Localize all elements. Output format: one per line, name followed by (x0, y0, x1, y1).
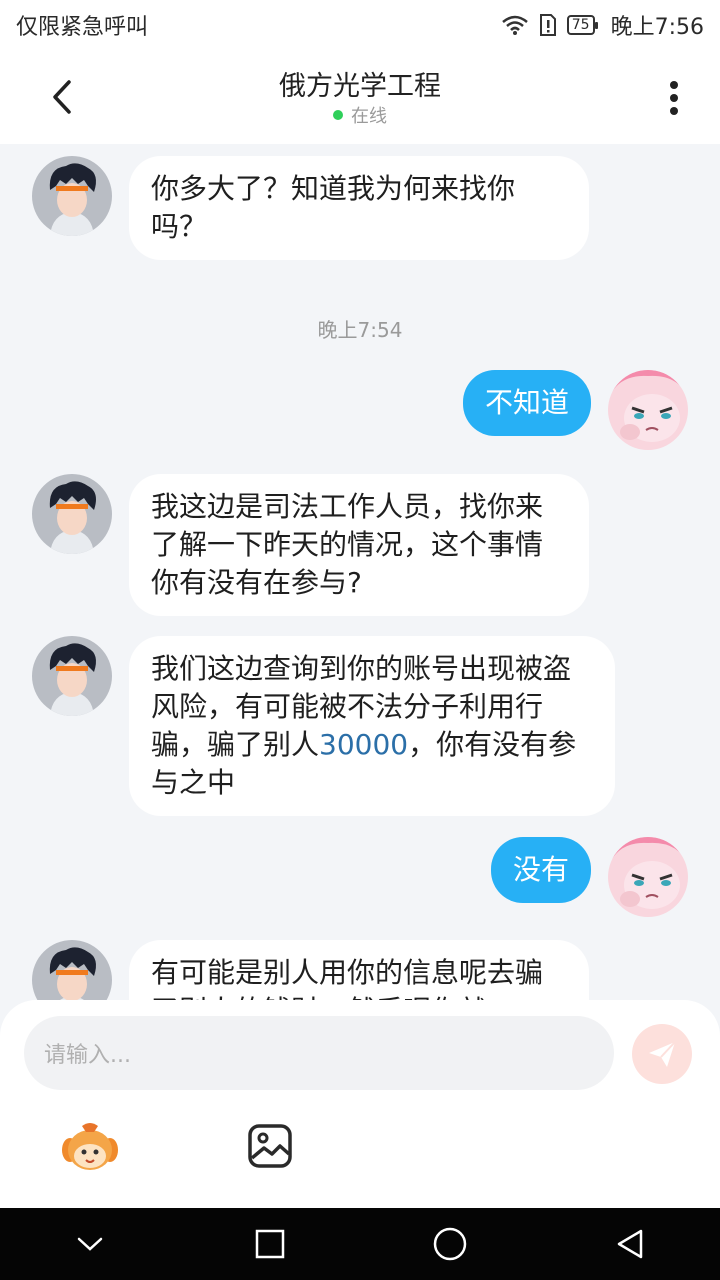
user-avatar[interactable] (608, 370, 688, 450)
message-bubble-incoming[interactable]: 我这边是司法工作人员，找你来了解一下昨天的情况，这个事情你有没有在参与? (129, 474, 589, 616)
message-bubble-incoming[interactable]: 你多大了？知道我为何来找你吗？ (129, 156, 589, 260)
battery-indicator: 75 (566, 15, 598, 35)
back-triangle-icon (617, 1229, 643, 1259)
contact-avatar[interactable] (32, 474, 112, 554)
message-timestamp: 晚上7:54 (317, 318, 403, 342)
nav-recents-button[interactable] (240, 1214, 300, 1274)
status-time: 晚上7:56 (610, 15, 704, 40)
message-amount-link[interactable]: 30000 (319, 728, 408, 761)
contact-avatar[interactable] (32, 156, 112, 236)
contact-avatar[interactable] (32, 940, 112, 1000)
send-button[interactable] (632, 1024, 692, 1084)
sim-alert-icon (539, 14, 556, 36)
system-navigation-bar (0, 1208, 720, 1280)
more-button[interactable] (654, 76, 694, 120)
more-vertical-icon (670, 81, 678, 115)
emoji-mascot-icon (62, 1123, 118, 1170)
contact-avatar[interactable] (32, 636, 112, 716)
nav-back-down-icon (77, 1237, 103, 1251)
home-circle-icon (433, 1227, 467, 1261)
recents-square-icon (255, 1229, 285, 1259)
status-bar: 仅限紧急呼叫 75 晚上7:56 (0, 0, 720, 50)
message-bubble-outgoing[interactable]: 没有 (490, 837, 591, 903)
message-bubble-incoming[interactable]: 有可能是别人用你的信息呢去骗了别人的钱财，然后呢你就 (129, 940, 589, 1000)
image-icon (248, 1124, 292, 1168)
nav-home-button[interactable] (420, 1214, 480, 1274)
status-indicators: 75 晚上7:56 (501, 9, 704, 41)
chat-header: 俄方光学工程 在线 (0, 50, 720, 144)
message-bubble-outgoing[interactable]: 不知道 (462, 370, 591, 436)
nav-back-button[interactable] (600, 1214, 660, 1274)
emoji-button[interactable] (60, 1120, 120, 1176)
send-icon (649, 1041, 676, 1067)
online-status: 在线 (0, 102, 720, 128)
nav-collapse-button[interactable] (60, 1214, 120, 1274)
wifi-icon (501, 15, 528, 35)
message-list[interactable]: 你多大了？知道我为何来找你吗？ 晚上7:54 不知道 我这边是司法工作人员，找你… (0, 144, 720, 1000)
status-emergency-text: 仅限紧急呼叫 (16, 15, 149, 40)
composer-panel: 请输入... (0, 1000, 720, 1208)
image-button[interactable] (246, 1122, 294, 1170)
message-input[interactable]: 请输入... (24, 1016, 614, 1090)
online-status-label: 在线 (351, 106, 387, 127)
chat-title: 俄方光学工程 (279, 71, 441, 102)
user-avatar[interactable] (608, 837, 688, 917)
online-dot-icon (333, 110, 343, 120)
message-bubble-incoming[interactable]: 我们这边查询到你的账号出现被盗风险，有可能被不法分子利用行骗，骗了别人30000… (129, 636, 615, 816)
